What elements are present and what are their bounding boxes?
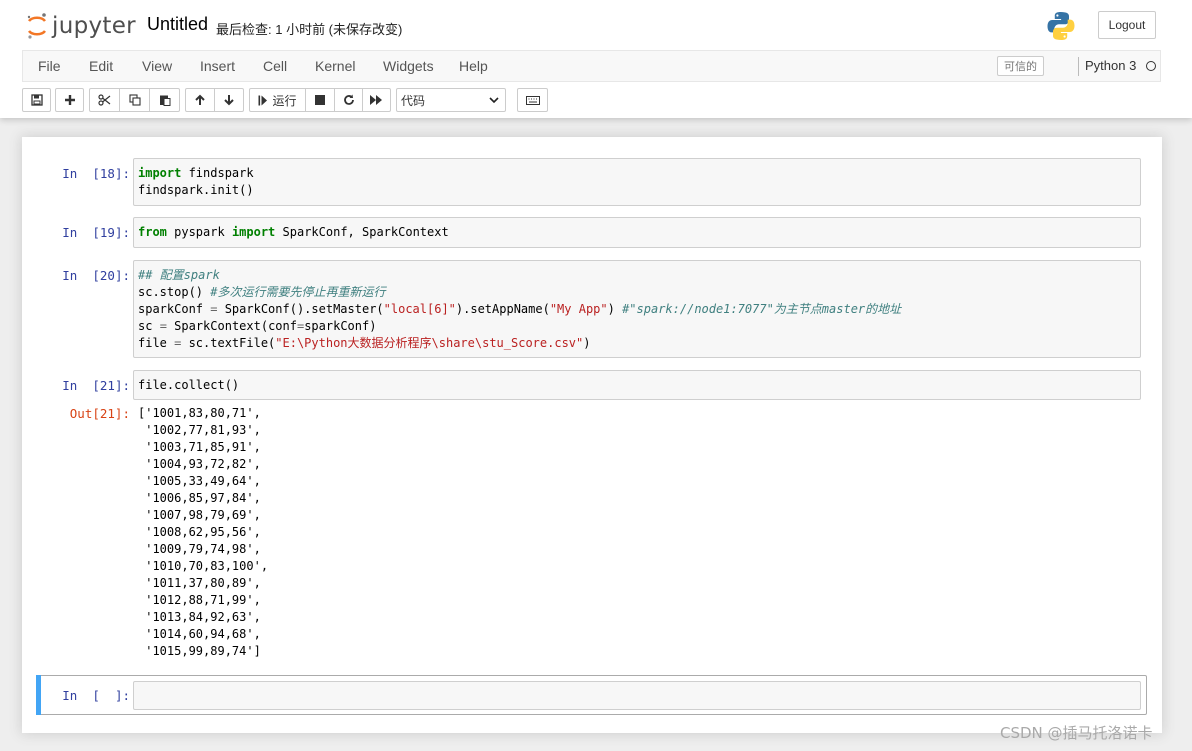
code-input[interactable]: ## 配置spark sc.stop() #多次运行需要先停止再重新运行 spa… [133,260,1141,358]
arrow-up-icon [195,94,205,105]
menu-insert[interactable]: Insert [200,58,235,74]
edit-group [89,88,180,112]
output-line: '1004,93,72,82', [138,457,261,471]
menu-view[interactable]: View [142,58,172,74]
menu-file[interactable]: File [38,58,61,74]
menu-bar: File Edit View Insert Cell Kernel Widget… [22,50,1161,82]
output-text: ['1001,83,80,71', '1002,77,81,93', '1003… [138,405,268,660]
keyboard-group [517,88,548,112]
cut-icon [98,94,111,106]
output-line: '1011,37,80,89', [138,576,261,590]
jupyter-logo[interactable]: jupyter [26,11,136,41]
code-input[interactable]: file.collect() [133,370,1141,400]
input-prompt: In [ ]: [62,688,130,703]
input-prompt: In [21]: [62,378,130,393]
restart-button[interactable] [334,88,363,112]
paste-button[interactable] [149,88,180,112]
output-line: '1007,98,79,69', [138,508,261,522]
output-line: '1009,79,74,98', [138,542,261,556]
toolbar: 运行 代码 [22,88,1162,112]
run-icon [258,95,268,105]
kernel-name: Python 3 [1085,58,1137,73]
command-palette-button[interactable] [517,88,548,112]
code-input[interactable] [133,681,1141,710]
interrupt-button[interactable] [305,88,335,112]
copy-icon [128,94,141,106]
fast-forward-icon [370,95,382,105]
move-up-button[interactable] [185,88,215,112]
code-line: ## 配置spark [138,268,220,282]
kernel-separator [1078,57,1079,76]
watermark: CSDN @插马托洛诺卡 [1000,724,1153,742]
output-line: '1002,77,81,93', [138,423,261,437]
output-line: ['1001,83,80,71', [138,406,261,420]
cell-type-value: 代码 [401,93,426,108]
code-input[interactable]: from pyspark import SparkConf, SparkCont… [133,217,1141,248]
input-prompt: In [20]: [62,268,130,283]
logout-button[interactable]: Logout [1098,11,1156,39]
top-bar: jupyter Untitled 最后检查: 1 小时前 (未保存改变) Log… [0,0,1192,50]
kernel-idle-icon [1146,61,1156,71]
code-line: sc = SparkContext(conf=sparkConf) [138,319,377,333]
output-line: '1012,88,71,99', [138,593,261,607]
code-line: file = sc.textFile("E:\Python大数据分析程序\sha… [138,336,591,350]
output-line: '1014,60,94,68', [138,627,261,641]
run-label: 运行 [272,93,297,108]
output-line: '1005,33,49,64', [138,474,261,488]
output-prompt: Out[21]: [69,406,130,421]
save-icon [30,94,43,106]
restart-icon [343,94,354,105]
menu-widgets[interactable]: Widgets [383,58,434,74]
output-line: '1015,99,89,74'] [138,644,261,658]
code-input[interactable]: import findspark findspark.init() [133,158,1141,206]
code-line: from pyspark import SparkConf, SparkCont… [138,225,449,239]
menu-help[interactable]: Help [459,58,488,74]
move-group [185,88,244,112]
input-prompt: In [18]: [62,166,130,181]
run-button[interactable]: 运行 [249,88,306,112]
plus-icon [64,95,75,105]
output-line: '1010,70,83,100', [138,559,269,573]
insert-group [55,88,84,112]
code-line: import findspark [138,166,254,180]
arrow-down-icon [224,95,234,106]
python-logo-icon [1047,12,1075,40]
output-line: '1013,84,92,63', [138,610,261,624]
output-line: '1003,71,85,91', [138,440,261,454]
trusted-indicator[interactable]: 可信的 [997,56,1044,76]
keyboard-icon [525,95,540,105]
logo-text: jupyter [52,13,136,39]
code-line: findspark.init() [138,183,254,197]
input-prompt: In [19]: [62,225,130,240]
cell-type-select[interactable]: 代码 [396,88,506,112]
paste-icon [159,95,170,106]
run-group: 运行 [249,88,391,112]
copy-button[interactable] [119,88,150,112]
checkpoint-status: 最后检查: 1 小时前 (未保存改变) [216,22,403,37]
save-group [22,88,51,112]
menu-edit[interactable]: Edit [89,58,113,74]
code-line: file.collect() [138,378,240,392]
move-down-button[interactable] [214,88,244,112]
save-button[interactable] [22,88,51,112]
output-line: '1008,62,95,56', [138,525,261,539]
notebook-container: In [18]: import findspark findspark.init… [22,137,1162,733]
output-line: '1006,85,97,84', [138,491,261,505]
jupyter-logo-icon [27,13,47,39]
notebook-header: jupyter Untitled 最后检查: 1 小时前 (未保存改变) Log… [0,0,1192,118]
notebook-title[interactable]: Untitled [147,14,208,35]
insert-cell-button[interactable] [55,88,84,112]
code-line: sparkConf = SparkConf().setMaster("local… [138,302,902,316]
menu-cell[interactable]: Cell [263,58,287,74]
stop-icon [315,95,325,105]
code-line: sc.stop() #多次运行需要先停止再重新运行 [138,285,386,299]
cut-button[interactable] [89,88,120,112]
menu-kernel[interactable]: Kernel [315,58,355,74]
chevron-down-icon [489,97,499,104]
restart-run-all-button[interactable] [362,88,391,112]
